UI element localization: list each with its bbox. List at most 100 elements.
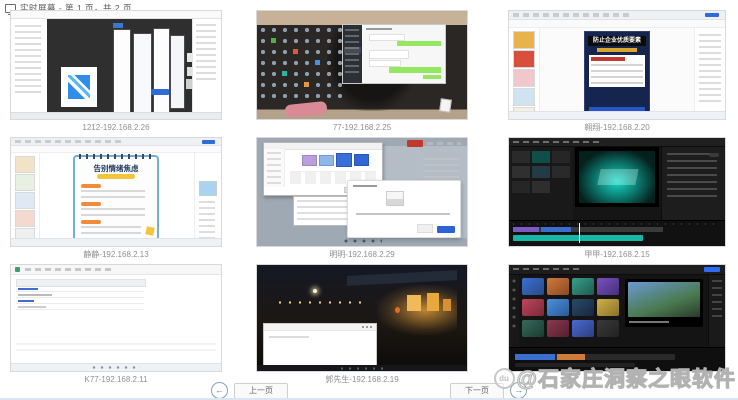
media-tile bbox=[532, 181, 550, 193]
template-tile bbox=[597, 299, 619, 316]
blue-cell-text bbox=[18, 288, 38, 290]
screen-thumbnail-9[interactable] bbox=[508, 264, 726, 372]
screen-thumbnail-2[interactable] bbox=[256, 10, 468, 120]
tab-strip bbox=[513, 13, 633, 17]
media-panel bbox=[509, 147, 573, 220]
screen-caption: 77-192.168.2.25 bbox=[256, 123, 468, 133]
template-card bbox=[513, 50, 535, 68]
tab-strip bbox=[15, 140, 125, 143]
icon-dot-blue bbox=[315, 60, 320, 65]
poster-canvas: 防止企业优质要素 bbox=[540, 28, 694, 112]
timeline-track-2 bbox=[515, 363, 635, 367]
blue-logo bbox=[68, 75, 90, 99]
rail-dots bbox=[512, 279, 516, 329]
clip-track-1 bbox=[513, 227, 663, 232]
prev-arrow-button[interactable]: ← bbox=[211, 382, 228, 399]
template-tile bbox=[572, 278, 594, 295]
browser-tabs bbox=[11, 138, 221, 146]
page-toolbar bbox=[11, 265, 221, 275]
media-tile bbox=[512, 151, 530, 163]
dropdown-list bbox=[293, 196, 353, 226]
media-tile bbox=[552, 151, 570, 163]
screen-thumbnail-5[interactable] bbox=[256, 137, 468, 247]
export-button bbox=[704, 267, 720, 272]
template-tile bbox=[572, 320, 594, 337]
media-tile bbox=[532, 166, 550, 178]
media-tile bbox=[512, 166, 530, 178]
window-content-line bbox=[269, 336, 309, 338]
icon-dot-red bbox=[293, 49, 298, 54]
bubble-right-3 bbox=[423, 75, 441, 79]
screen-caption: 甲甲-192.168.2.15 bbox=[508, 250, 726, 260]
timeline bbox=[509, 220, 725, 246]
prev-page-button[interactable]: 上一页 bbox=[234, 383, 288, 399]
body-text-lines bbox=[591, 64, 643, 84]
modal-confirm-button bbox=[437, 226, 455, 233]
red-logo bbox=[407, 140, 423, 147]
screen-thumbnail-1[interactable] bbox=[10, 10, 222, 120]
menu-dashes bbox=[513, 141, 603, 143]
screen-cell-9 bbox=[508, 264, 726, 385]
chat-contact-list bbox=[343, 25, 362, 83]
poster-title: 防止企业优质要素 bbox=[593, 38, 641, 44]
template-card bbox=[513, 88, 535, 106]
screen-thumbnail-3[interactable]: 防止企业优质要素 bbox=[508, 10, 726, 120]
bubble-left-1 bbox=[369, 34, 405, 41]
next-arrow-button[interactable]: → bbox=[510, 382, 527, 399]
window-controls bbox=[362, 326, 374, 328]
cards-icon bbox=[439, 98, 452, 112]
template-tile bbox=[597, 278, 619, 295]
roof-line bbox=[347, 270, 457, 286]
template-tile bbox=[547, 278, 569, 295]
taskbar-icons bbox=[339, 367, 385, 370]
toggle-chip bbox=[709, 153, 719, 157]
panel-lines bbox=[199, 201, 215, 239]
contact-rows bbox=[345, 29, 359, 77]
editor-toolbar bbox=[509, 20, 725, 28]
chat-window bbox=[342, 24, 446, 84]
template-tile bbox=[522, 299, 544, 316]
screen-caption: 翱翔-192.168.2.20 bbox=[508, 123, 726, 133]
clip-orange bbox=[557, 354, 585, 360]
screen-thumbnail-6[interactable] bbox=[508, 137, 726, 247]
preview-panel bbox=[625, 279, 703, 327]
media-tile bbox=[532, 151, 550, 163]
screen-cell-6: 甲甲-192.168.2.15 bbox=[508, 137, 726, 260]
table-row bbox=[16, 304, 144, 310]
editor-topbar bbox=[509, 265, 725, 275]
section-pill-3 bbox=[81, 220, 101, 224]
white-window bbox=[263, 323, 377, 367]
taskbar-icons bbox=[91, 366, 141, 369]
window-titlebar bbox=[264, 324, 376, 331]
timeline-ruler bbox=[513, 223, 721, 225]
navy-poster: 防止企业优质要素 bbox=[584, 31, 650, 117]
props-panel bbox=[194, 153, 221, 239]
timeline-dark bbox=[509, 347, 725, 371]
modal-cancel-button bbox=[417, 224, 433, 233]
color-swatch bbox=[199, 181, 217, 196]
red-heading bbox=[591, 57, 625, 61]
next-page-button[interactable]: 下一页 bbox=[450, 383, 504, 399]
screen-thumbnail-7[interactable] bbox=[10, 264, 222, 372]
taskbar bbox=[11, 112, 221, 119]
arrow-left-icon: ← bbox=[215, 386, 224, 395]
template-tile bbox=[572, 299, 594, 316]
screen-thumbnail-8[interactable] bbox=[256, 264, 468, 372]
lit-window bbox=[427, 293, 439, 311]
screen-cell-4: 告别情绪焦虑 静静-192.168.2.13 bbox=[10, 137, 222, 260]
blue-cell-text bbox=[18, 300, 34, 302]
icon-dot-teal bbox=[282, 71, 287, 76]
frame-3 bbox=[153, 28, 170, 116]
panel-lines bbox=[699, 34, 721, 104]
right-panel bbox=[192, 19, 221, 113]
teal-track bbox=[513, 235, 643, 241]
editor-topbar bbox=[509, 138, 725, 147]
lit-window bbox=[443, 299, 451, 311]
screen-thumbnail-4[interactable]: 告别情绪焦虑 bbox=[10, 137, 222, 247]
media-tile bbox=[512, 181, 530, 193]
yellow-sticker bbox=[145, 226, 154, 235]
toolbar-dashes bbox=[25, 268, 115, 271]
timeline-track bbox=[515, 354, 675, 360]
tile-purple bbox=[302, 155, 317, 166]
section-pill-2 bbox=[81, 202, 101, 206]
